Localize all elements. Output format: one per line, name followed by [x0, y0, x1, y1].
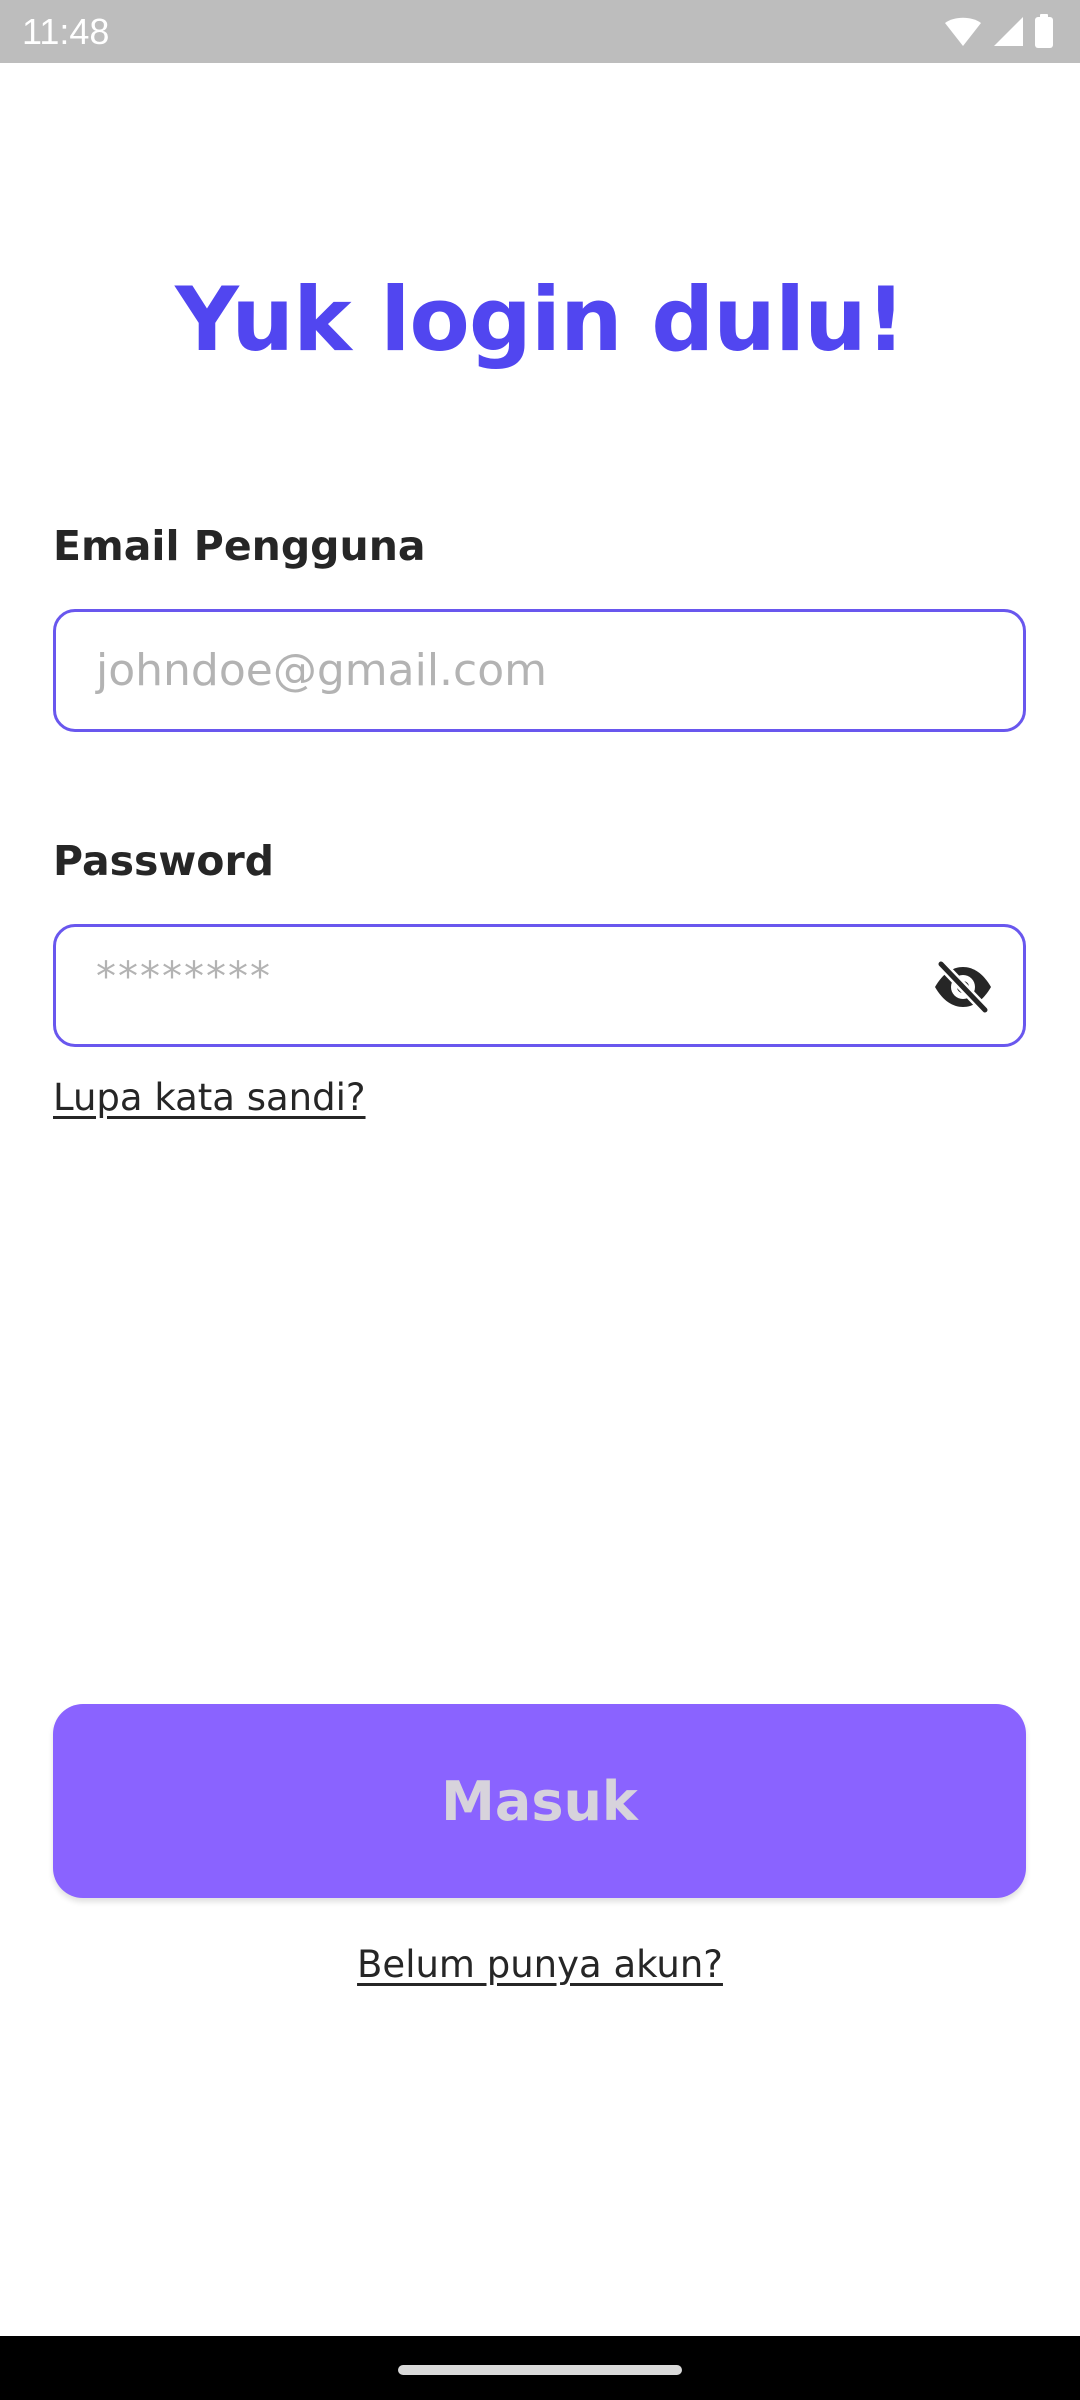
password-placeholder: ******** — [96, 954, 272, 1000]
password-field[interactable]: ******** — [53, 924, 1026, 1047]
navigation-bar — [0, 2336, 1080, 2400]
wifi-icon — [945, 17, 981, 46]
email-label: Email Pengguna — [53, 522, 426, 570]
page-title: Yuk login dulu! — [175, 268, 906, 371]
login-button[interactable]: Masuk — [53, 1704, 1026, 1898]
status-bar: 11:48 — [0, 0, 1080, 63]
register-link-container: Belum punya akun? — [0, 1943, 1080, 1986]
login-button-label: Masuk — [441, 1769, 638, 1833]
register-link[interactable]: Belum punya akun? — [357, 1943, 723, 1986]
forgot-password-link[interactable]: Lupa kata sandi? — [53, 1076, 366, 1119]
password-visibility-toggle[interactable] — [933, 959, 993, 1015]
email-field[interactable]: johndoe@gmail.com — [53, 609, 1026, 732]
status-icons — [944, 14, 1054, 48]
email-placeholder: johndoe@gmail.com — [96, 645, 547, 696]
home-indicator[interactable] — [398, 2365, 682, 2375]
password-label: Password — [53, 837, 275, 885]
battery-icon — [1035, 14, 1053, 48]
status-time: 11:48 — [22, 11, 110, 52]
cellular-signal-icon — [994, 17, 1023, 46]
eye-off-icon — [935, 959, 991, 1015]
